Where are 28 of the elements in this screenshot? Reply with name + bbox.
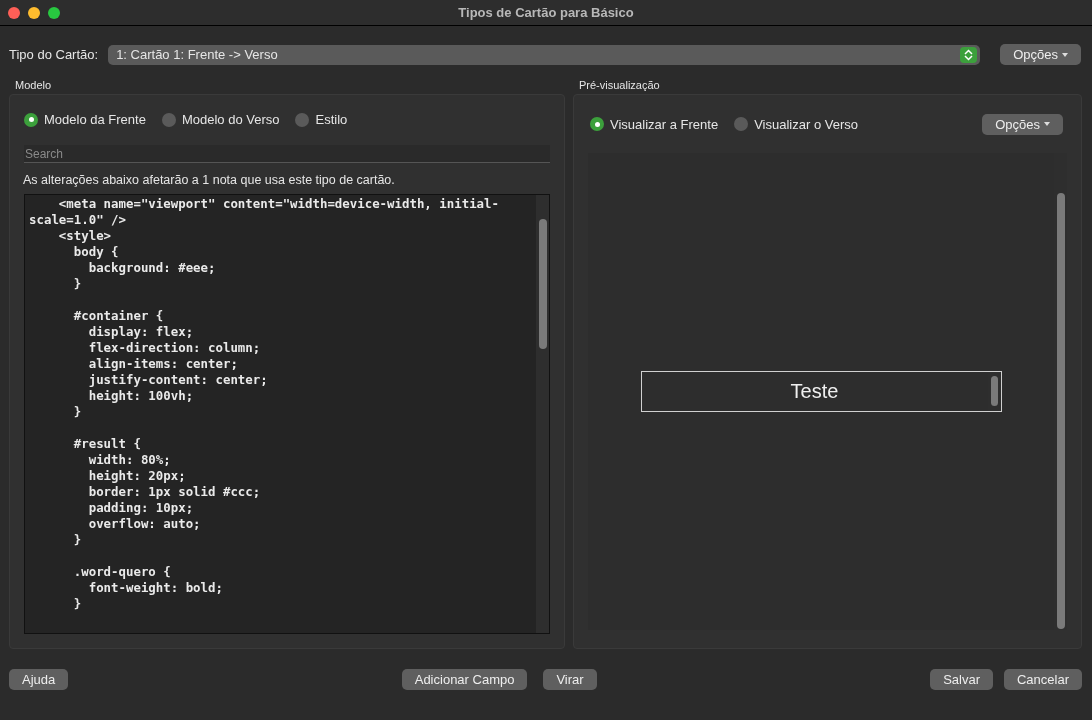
stepper-icon (960, 46, 978, 63)
scrollbar[interactable] (536, 195, 549, 633)
footer-button[interactable]: Cancelar (1004, 669, 1082, 690)
card-type-label: Tipo do Cartão: (9, 47, 99, 62)
search-field[interactable]: Search (24, 145, 550, 163)
close-button[interactable] (8, 6, 20, 19)
code-text: <meta name="viewport" content="width=device-width, initial- scale=1.0" /> <style> body { background: #eee; } #container { display: flex; flex-direction: column; align-items: center; justify-content: center; height: 100vh; } #result { width: 80%; height: 20px; border: 1px solid #ccc; padding: 10px; overflow: auto; } .word-quero { font-weight: bold; } (28, 195, 500, 613)
result-text: Teste (789, 380, 840, 403)
template-radio[interactable]: Estilo (295, 112, 348, 127)
footer-button[interactable]: Salvar (930, 669, 993, 690)
minimize-button[interactable] (28, 6, 40, 19)
window-title: Tipos de Cartão para Básico (458, 5, 634, 20)
caret-icon (1062, 52, 1068, 57)
template-radio[interactable]: Modelo da Frente (24, 112, 146, 127)
preview-radio[interactable]: Visualizar o Verso (734, 116, 858, 132)
footer-button[interactable]: Adicionar Campo (401, 669, 528, 690)
panel-title: Pré-visualização (578, 78, 660, 93)
template-radio[interactable]: Modelo do Verso (161, 112, 280, 127)
preview-radio[interactable]: Visualizar a Frente (590, 116, 719, 132)
footer-button[interactable]: Ajuda (9, 669, 69, 690)
zoom-button[interactable] (48, 6, 60, 19)
card-type-dropdown[interactable]: 1: Cartão 1: Frente -> Verso (108, 44, 981, 65)
options-button[interactable]: Opções (982, 113, 1063, 135)
options-button[interactable]: Opções (1000, 44, 1081, 65)
panel-title: Modelo (14, 78, 52, 93)
caret-icon (1044, 122, 1050, 126)
footer-button[interactable]: Virar (543, 669, 597, 690)
notice-text: As alterações abaixo afetarão a 1 nota que usa este tipo de cartão. (23, 173, 396, 187)
